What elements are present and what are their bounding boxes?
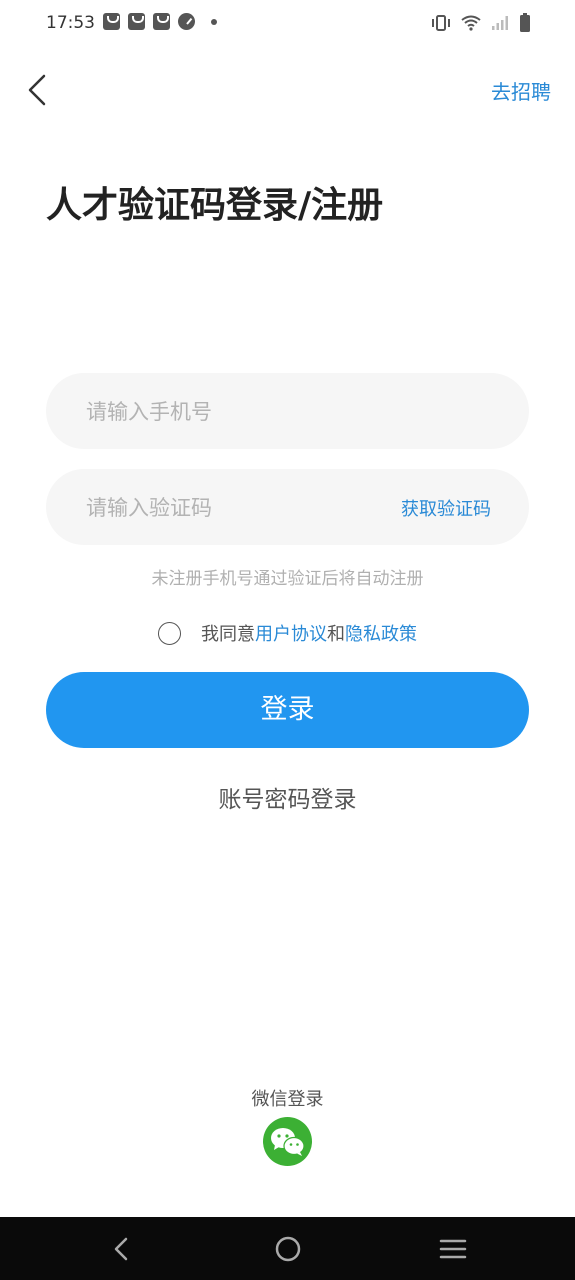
bag-icon	[103, 13, 120, 30]
get-code-button[interactable]: 获取验证码	[401, 495, 491, 521]
phone-input[interactable]	[84, 373, 388, 451]
vibrate-icon	[431, 14, 451, 32]
go-recruit-link[interactable]: 去招聘	[491, 76, 551, 105]
auto-register-hint: 未注册手机号通过验证后将自动注册	[151, 569, 424, 589]
phone-field	[46, 373, 529, 451]
agreement-row: 我同意 用户协议 和 隐私政策	[158, 619, 417, 647]
wifi-icon	[461, 15, 481, 31]
system-icons	[431, 13, 531, 33]
user-agreement-link[interactable]: 用户协议	[255, 620, 327, 646]
back-button[interactable]	[20, 70, 60, 110]
signal-icon	[491, 15, 509, 31]
status-time: 17:53	[46, 13, 95, 33]
login-button[interactable]: 登录	[46, 672, 529, 748]
page-title: 人才验证码登录/注册	[46, 185, 384, 226]
password-login-link[interactable]: 账号密码登录	[0, 780, 575, 814]
wechat-login-label: 微信登录	[251, 1089, 324, 1110]
code-field: 获取验证码	[46, 469, 529, 547]
bag-icon	[153, 13, 170, 30]
agree-checkbox[interactable]	[158, 621, 181, 645]
agree-and: 和	[327, 624, 345, 645]
wechat-icon	[271, 1128, 305, 1156]
speedometer-icon	[178, 13, 195, 30]
notification-icons	[103, 13, 217, 30]
code-input[interactable]	[84, 469, 388, 547]
nav-back-icon[interactable]	[110, 1235, 134, 1267]
bag-icon	[128, 13, 145, 30]
dot-icon	[211, 18, 217, 25]
privacy-policy-link[interactable]: 隐私政策	[345, 620, 417, 646]
chevron-left-icon	[28, 74, 46, 106]
battery-icon	[519, 13, 531, 33]
status-bar: 17:53	[0, 0, 575, 48]
agree-prefix: 我同意	[201, 624, 255, 645]
nav-menu-icon[interactable]	[439, 1235, 467, 1267]
wechat-login-button[interactable]	[263, 1117, 312, 1166]
system-nav-bar	[0, 1217, 575, 1280]
nav-home-icon[interactable]	[274, 1235, 302, 1267]
